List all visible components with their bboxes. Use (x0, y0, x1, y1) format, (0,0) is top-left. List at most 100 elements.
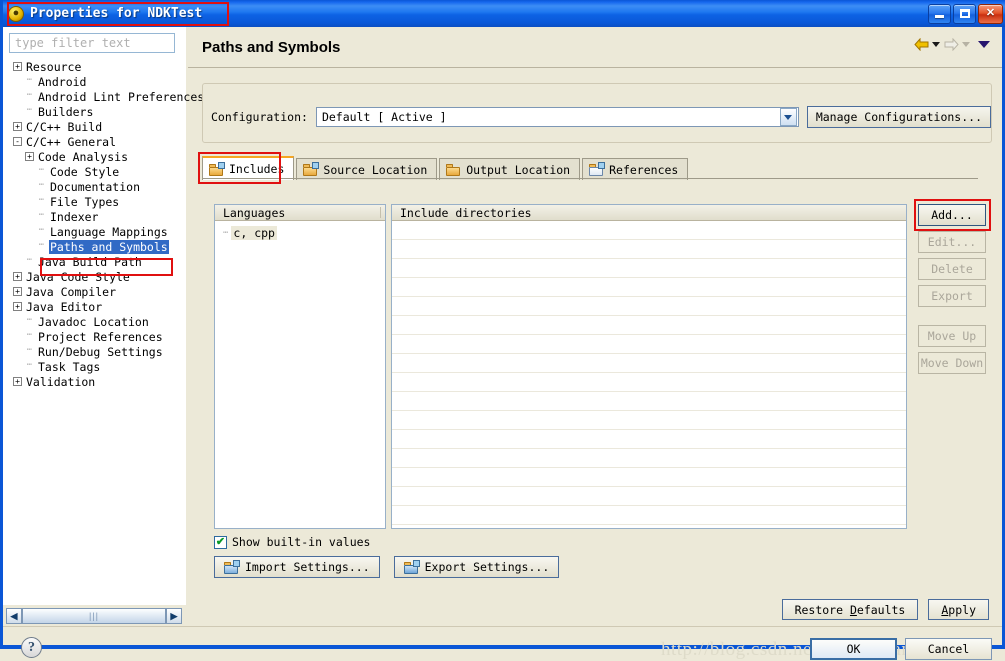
help-button[interactable]: ? (21, 637, 42, 658)
tree-guide-icon: ⋯ (38, 240, 45, 250)
include-directory-row[interactable] (392, 487, 906, 506)
language-list-item[interactable]: ⋯ c, cpp (215, 225, 385, 240)
expand-icon[interactable]: + (13, 377, 22, 386)
include-directory-row[interactable] (392, 240, 906, 259)
restore-defaults-button[interactable]: Restore Defaults (781, 599, 919, 620)
configuration-combobox[interactable]: Default [ Active ] (315, 107, 799, 127)
back-navigation[interactable] (914, 38, 940, 51)
include-directory-row[interactable] (392, 221, 906, 240)
title-divider (188, 67, 1002, 68)
tree-item-android-lint-preferences[interactable]: ⋯ Android Lint Preferences (7, 89, 204, 104)
tree-item-code-style[interactable]: ⋯ Code Style (7, 164, 186, 179)
include-directories-panel[interactable]: Include directories (391, 204, 907, 529)
include-directory-row[interactable] (392, 506, 906, 525)
include-directory-row[interactable] (392, 297, 906, 316)
include-directory-row[interactable] (392, 373, 906, 392)
expand-icon[interactable]: + (13, 122, 22, 131)
scroll-left-button[interactable]: ◀ (6, 608, 22, 624)
tree-item-validation[interactable]: + Validation (7, 374, 186, 389)
tree-item-java-editor[interactable]: + Java Editor (7, 299, 186, 314)
tree-item-indexer[interactable]: ⋯ Indexer (7, 209, 186, 224)
include-directory-row[interactable] (392, 411, 906, 430)
view-menu-caret-icon[interactable] (978, 41, 990, 48)
cancel-button[interactable]: Cancel (905, 638, 992, 660)
tree-item-c-c-general[interactable]: - C/C++ General (7, 134, 186, 149)
include-directory-row[interactable] (392, 354, 906, 373)
include-directory-row[interactable] (392, 468, 906, 487)
tree-item-paths-and-symbols[interactable]: ⋯ Paths and Symbols (7, 239, 186, 254)
collapse-icon[interactable]: - (13, 137, 22, 146)
tree-item-android[interactable]: ⋯ Android (7, 74, 186, 89)
tree-item-java-compiler[interactable]: + Java Compiler (7, 284, 186, 299)
filter-input-wrapper[interactable]: type filter text (9, 33, 175, 53)
manage-configurations-button[interactable]: Manage Configurations... (806, 106, 991, 128)
tree-item-label: Java Editor (26, 299, 103, 314)
show-builtin-values-row[interactable]: ✔ Show built-in values (214, 535, 370, 549)
tree-item-label: Task Tags (38, 359, 101, 374)
tree-item-javadoc-location[interactable]: ⋯ Javadoc Location (7, 314, 186, 329)
tree-item-c-c-build[interactable]: + C/C++ Build (7, 119, 186, 134)
tree-item-resource[interactable]: + Resource (7, 59, 186, 74)
include-directories-rows[interactable] (392, 221, 906, 525)
configuration-dropdown-button[interactable] (779, 108, 797, 126)
tree-horizontal-scrollbar[interactable]: ◀ ||| ▶ (6, 608, 182, 624)
expand-icon[interactable]: + (13, 287, 22, 296)
include-directory-row[interactable] (392, 278, 906, 297)
tab-includes[interactable]: Includes (202, 156, 295, 180)
include-directory-row[interactable] (392, 259, 906, 278)
import-settings-button[interactable]: Import Settings... (214, 556, 380, 578)
title-bar[interactable]: ● Properties for NDKTest ✕ (3, 0, 1005, 27)
tree-guide-icon: ⋯ (26, 360, 33, 370)
tab-label: Source Location (323, 162, 428, 177)
include-directory-row[interactable] (392, 449, 906, 468)
tree-item-builders[interactable]: ⋯ Builders (7, 104, 186, 119)
back-arrow-icon[interactable] (914, 38, 929, 51)
back-dropdown-caret-icon[interactable] (932, 42, 940, 47)
tree-guide-icon: ⋯ (223, 227, 229, 238)
tree-item-java-code-style[interactable]: + Java Code Style (7, 269, 186, 284)
tree-item-java-build-path[interactable]: ⋯ Java Build Path (7, 254, 186, 269)
list-action-buttons: Add... Edit... Delete Export Move Up Move Dow… (918, 204, 988, 379)
tree-item-label: Resource (26, 59, 82, 74)
tree-item-documentation[interactable]: ⋯ Documentation (7, 179, 186, 194)
scroll-right-button[interactable]: ▶ (166, 608, 182, 624)
tab-output-location[interactable]: Output Location (439, 158, 581, 180)
apply-button[interactable]: Apply (928, 599, 989, 620)
settings-tree: + Resource ⋯ Android ⋯ Android Lint Preferenc… (3, 59, 204, 389)
apply-button-row: Restore Defaults Apply (781, 599, 989, 620)
tree-item-file-types[interactable]: ⋯ File Types (7, 194, 186, 209)
expand-icon[interactable]: + (25, 152, 34, 161)
scrollbar-track[interactable]: ||| (22, 608, 166, 624)
tree-item-project-references[interactable]: ⋯ Project References (7, 329, 186, 344)
tab-references[interactable]: References (582, 158, 689, 180)
ok-button[interactable]: OK (810, 638, 897, 660)
tab-source-location[interactable]: Source Location (296, 158, 438, 180)
close-button[interactable]: ✕ (978, 3, 1003, 24)
tree-item-task-tags[interactable]: ⋯ Task Tags (7, 359, 186, 374)
languages-panel[interactable]: Languages ⋯ c, cpp (214, 204, 386, 529)
include-directory-row[interactable] (392, 430, 906, 449)
tree-item-run-debug-settings[interactable]: ⋯ Run/Debug Settings (7, 344, 186, 359)
include-directory-row[interactable] (392, 316, 906, 335)
minimize-button[interactable] (928, 3, 951, 24)
scrollbar-thumb[interactable]: ||| (22, 608, 166, 624)
button-label: Add... (931, 208, 973, 222)
include-directory-row[interactable] (392, 335, 906, 354)
button-label: Edit... (927, 235, 977, 249)
expand-icon[interactable]: + (13, 272, 22, 281)
languages-header: Languages (215, 205, 385, 221)
tree-item-label: Android (38, 74, 87, 89)
show-builtin-values-checkbox[interactable]: ✔ (214, 535, 227, 549)
tree-item-language-mappings[interactable]: ⋯ Language Mappings (7, 224, 186, 239)
expand-icon[interactable]: + (13, 302, 22, 311)
include-directory-row[interactable] (392, 392, 906, 411)
maximize-button[interactable] (953, 3, 976, 24)
tree-guide-icon: ⋯ (26, 315, 33, 325)
export-settings-button[interactable]: Export Settings... (393, 556, 560, 578)
export-settings-label: Export Settings... (424, 560, 550, 574)
add-button[interactable]: Add... (918, 204, 986, 226)
tree-item-code-analysis[interactable]: + Code Analysis (7, 149, 186, 164)
minimize-icon (935, 15, 944, 18)
expand-icon[interactable]: + (13, 62, 22, 71)
footer-divider (3, 626, 1002, 627)
